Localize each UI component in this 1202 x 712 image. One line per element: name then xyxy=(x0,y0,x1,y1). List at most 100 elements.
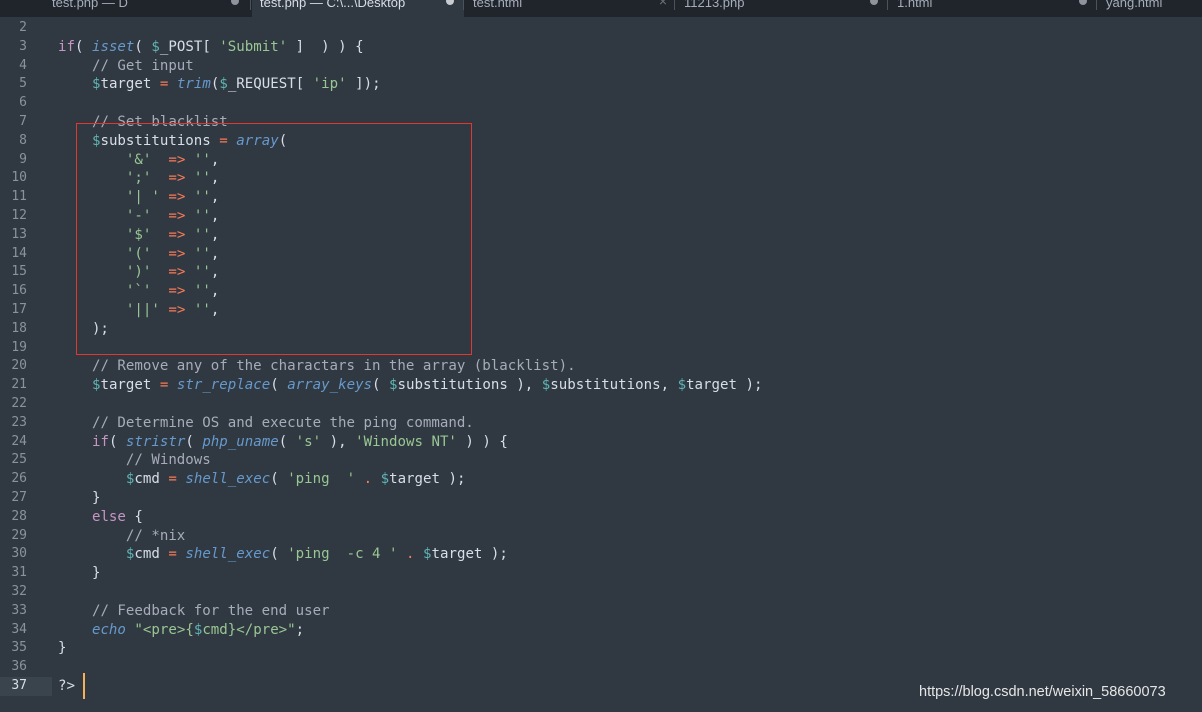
code-token: // Get input xyxy=(91,57,194,74)
code-token: 'Submit' xyxy=(219,38,288,55)
code-token: ( xyxy=(185,433,203,450)
tab-3[interactable]: test.html × xyxy=(465,0,675,17)
code-token: 's' xyxy=(295,433,322,450)
code-token: cmd xyxy=(134,471,169,488)
code-line[interactable]: // Determine OS and execute the ping com… xyxy=(58,414,474,433)
code-line[interactable]: // *nix xyxy=(58,527,185,546)
code-token: // Remove any of the charactars in the a… xyxy=(91,358,576,375)
tab-separator xyxy=(250,0,251,10)
code-line[interactable]: } xyxy=(58,564,101,583)
code-line[interactable]: // Get input xyxy=(58,57,194,76)
code-token: // *nix xyxy=(125,527,186,544)
code-line[interactable]: $target = trim($_REQUEST[ 'ip' ]); xyxy=(58,75,381,94)
code-token: target xyxy=(100,76,160,93)
code-token: ( xyxy=(108,433,126,450)
code-token: { xyxy=(125,508,143,525)
tab-label: test.php — D xyxy=(52,0,128,10)
code-token: ( xyxy=(278,433,296,450)
code-token: trim xyxy=(176,76,211,93)
code-token: ; xyxy=(295,621,305,638)
tab-6[interactable]: yang.html xyxy=(1098,0,1202,17)
code-token: _REQUEST[ xyxy=(227,76,313,93)
code-line[interactable]: } xyxy=(58,489,101,508)
tab-separator xyxy=(1096,0,1097,10)
code-token: // Feedback for the end user xyxy=(91,602,330,619)
code-token: substitutions, xyxy=(550,377,678,394)
code-token: } xyxy=(58,565,101,582)
code-token: array_keys xyxy=(287,377,373,394)
code-token: target ); xyxy=(431,546,508,563)
code-token: 'ping ' xyxy=(287,471,356,488)
code-token: $ xyxy=(219,76,228,93)
tab-separator xyxy=(674,0,675,10)
code-token: $ xyxy=(389,377,398,394)
code-token: ( xyxy=(270,471,288,488)
code-token: } xyxy=(58,640,67,657)
code-line[interactable]: $target = str_replace( array_keys( $subs… xyxy=(58,376,762,395)
code-line[interactable]: else { xyxy=(58,508,143,527)
code-token: else xyxy=(91,508,126,525)
tab-separator xyxy=(463,0,464,10)
code-token: target xyxy=(100,377,160,394)
code-token: = xyxy=(168,546,177,563)
code-token: substitutions ), xyxy=(397,377,542,394)
tab-4[interactable]: 11213.php xyxy=(676,0,888,17)
tab-bar: test.php — D test.php — C:\...\Desktop tes… xyxy=(0,0,1202,17)
tab-1[interactable]: test.php — D xyxy=(44,0,249,17)
code-line[interactable]: echo "<pre>{$cmd}</pre>"; xyxy=(58,621,304,640)
code-token: ] ) ) { xyxy=(287,38,364,55)
code-editor[interactable]: if( isset( $_POST[ 'Submit' ] ) ) { // G… xyxy=(0,17,1202,712)
code-token: 'Windows NT' xyxy=(355,433,457,450)
unsaved-dot-icon[interactable] xyxy=(1079,0,1087,5)
code-line[interactable]: // Feedback for the end user xyxy=(58,602,330,621)
code-token: _POST[ xyxy=(159,38,220,55)
tab-label: test.html xyxy=(473,0,523,10)
code-line[interactable]: if( isset( $_POST[ 'Submit' ] ) ) { xyxy=(58,38,364,57)
code-token: ?> xyxy=(58,678,75,694)
code-token: 'ip' xyxy=(312,76,347,93)
code-token: . xyxy=(406,546,415,563)
unsaved-dot-icon[interactable] xyxy=(446,0,454,5)
close-icon[interactable]: × xyxy=(659,0,667,9)
code-token: $ xyxy=(380,471,390,488)
tab-label: test.php — C:\...\Desktop xyxy=(260,0,406,10)
code-line[interactable]: $cmd = shell_exec( 'ping ' . $target ); xyxy=(58,470,466,489)
tab-2[interactable]: test.php — C:\...\Desktop xyxy=(252,0,464,17)
code-line[interactable]: // Remove any of the charactars in the a… xyxy=(58,357,576,376)
code-token: if xyxy=(91,433,109,450)
code-line[interactable]: $cmd = shell_exec( 'ping -c 4 ' . $targe… xyxy=(58,545,508,564)
code-token: ( xyxy=(372,377,390,394)
code-token: stristr xyxy=(125,433,186,450)
code-token: php_uname xyxy=(202,433,279,450)
code-line[interactable]: } xyxy=(58,639,67,658)
code-line[interactable]: if( stristr( php_uname( 's' ), 'Windows … xyxy=(58,433,508,452)
code-line[interactable]: ?> xyxy=(58,677,75,696)
code-token: $ xyxy=(423,546,432,563)
tab-separator xyxy=(887,0,888,10)
tab-5[interactable]: 1.html xyxy=(889,0,1097,17)
code-token: target ); xyxy=(389,471,466,488)
code-token: 'ping -c 4 ' xyxy=(287,546,398,563)
tab-label: 1.html xyxy=(897,0,933,10)
code-token: // Determine OS and execute the ping com… xyxy=(91,414,474,431)
code-token: shell_exec xyxy=(185,546,271,563)
unsaved-dot-icon[interactable] xyxy=(870,0,878,5)
code-token: . xyxy=(363,471,373,488)
code-token: echo xyxy=(91,621,126,638)
unsaved-dot-icon[interactable] xyxy=(231,0,239,5)
code-token: cmd xyxy=(134,546,169,563)
code-token: target ); xyxy=(686,377,763,394)
code-line[interactable]: // Windows xyxy=(58,451,211,470)
